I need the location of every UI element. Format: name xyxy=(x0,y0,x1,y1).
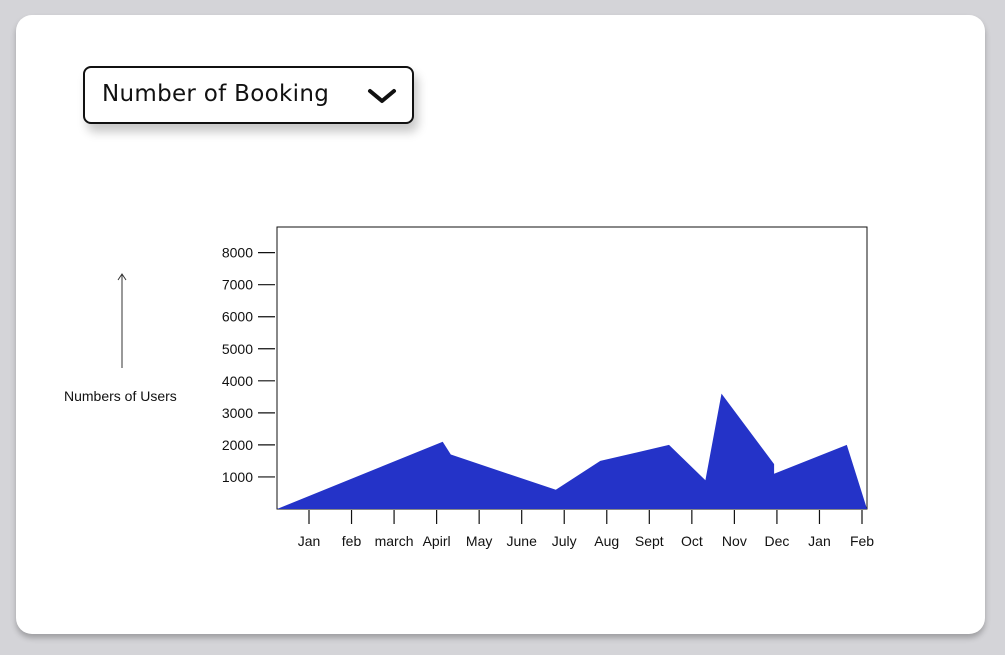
x-tick-label: Oct xyxy=(681,533,703,549)
y-tick-label: 1000 xyxy=(222,469,253,485)
x-tick-label: Aug xyxy=(594,533,619,549)
y-tick-label: 6000 xyxy=(222,309,253,325)
x-tick-label: Sept xyxy=(635,533,664,549)
x-tick-label: Nov xyxy=(722,533,747,549)
x-tick-label: Feb xyxy=(850,533,874,549)
plot-frame xyxy=(276,226,868,510)
x-tick-label: Jan xyxy=(298,533,321,549)
y-tick-label: 7000 xyxy=(222,277,253,293)
x-tick-label: Dec xyxy=(764,533,789,549)
x-tick-label: Apirl xyxy=(423,533,451,549)
y-tick-label: 8000 xyxy=(222,245,253,261)
x-tick-label: Jan xyxy=(808,533,831,549)
booking-area-chart: 1000 2000 3000 4000 5000 6000 7000 8000 Jan feb ma… xyxy=(222,226,874,549)
x-tick-label: feb xyxy=(342,533,362,549)
x-tick-label: July xyxy=(552,533,577,549)
y-tick-label: 3000 xyxy=(222,405,253,421)
x-tick-label: march xyxy=(375,533,414,549)
x-tick-label: May xyxy=(466,533,492,549)
y-tick-label: 2000 xyxy=(222,437,253,453)
x-tick-label: June xyxy=(507,533,538,549)
y-tick-label: 4000 xyxy=(222,373,253,389)
y-tick-label: 5000 xyxy=(222,341,253,357)
